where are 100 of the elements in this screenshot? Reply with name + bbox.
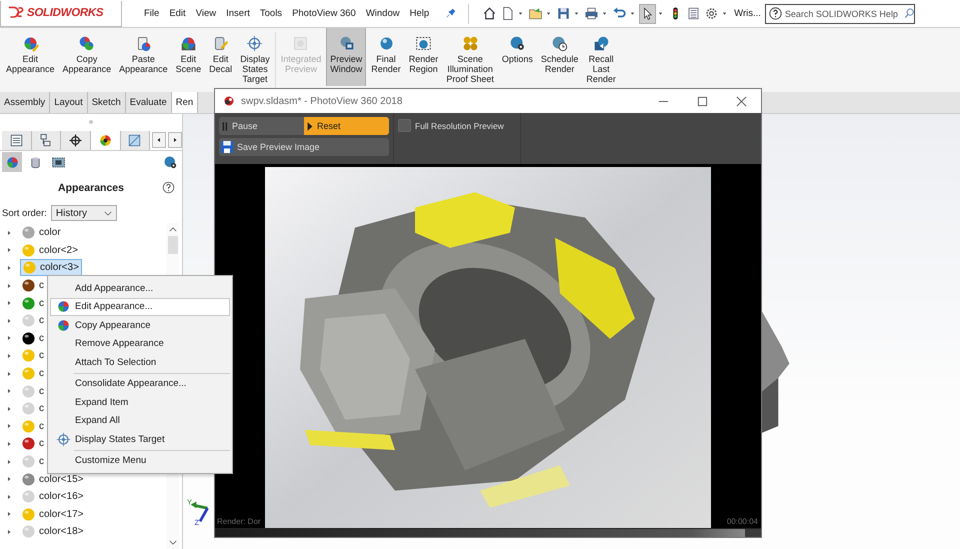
ribbon-button[interactable]: Render Region [406,28,442,75]
menu-item[interactable]: Attach To Selection [50,353,230,372]
toolbar-button[interactable] [639,4,656,24]
menu-item[interactable]: File [144,8,160,19]
expand-icon[interactable] [6,440,12,447]
menu-item[interactable]: Expand Item [50,393,230,412]
tree-item[interactable]: color<16> [20,489,86,504]
expand-icon[interactable] [6,494,12,500]
expand-icon[interactable] [6,318,12,324]
ribbon-button[interactable]: Edit Decal [206,28,236,75]
tree-item[interactable]: c [20,366,46,382]
pin-icon[interactable] [445,8,456,19]
expand-icon[interactable] [6,388,12,394]
save-preview-button[interactable]: Save Preview Image [219,138,389,156]
caret-icon[interactable] [546,11,552,16]
search-input[interactable]: Search SOLIDWORKS Help [784,8,901,18]
ribbon-button[interactable]: Paste Appearance [116,28,171,75]
tree-item[interactable]: color<15> [20,472,86,487]
expand-icon[interactable] [6,352,12,359]
tree-item[interactable]: c [20,401,46,416]
render-control-button[interactable]: Pause [219,117,304,135]
menu-item[interactable]: Display States Target [50,430,230,448]
tree-item[interactable]: c [20,348,46,364]
expand-icon[interactable] [6,476,12,482]
render-control-button[interactable]: Reset [304,117,389,135]
menu-item[interactable]: Tools [260,8,282,19]
expand-icon[interactable] [6,511,12,518]
menu-item[interactable]: Customize Menu [50,452,230,470]
tree-item[interactable]: color<3> [20,259,82,276]
gear-sphere-icon[interactable] [163,154,178,170]
command-tab[interactable]: Sketch [88,92,126,113]
expand-icon[interactable] [6,528,12,535]
tree-item[interactable]: color<17> [20,506,86,522]
command-tab[interactable]: Ren [172,92,198,113]
expand-icon[interactable] [6,300,12,306]
ribbon-button[interactable]: Copy Appearance [60,28,114,75]
caret-icon[interactable] [602,11,608,16]
expand-icon[interactable] [6,335,12,342]
menu-item[interactable]: Copy Appearance [50,316,230,334]
maximize-icon[interactable] [697,96,708,106]
ribbon-button[interactable]: Edit Appearance [3,28,58,75]
tree-item[interactable]: color<18> [20,524,86,540]
tree-item[interactable]: c [20,278,46,294]
caret-icon[interactable] [658,11,664,16]
search-field[interactable]: Search SOLIDWORKS Help [764,4,915,24]
menu-item[interactable]: Insert [226,8,250,19]
menu-item[interactable]: Window [366,8,400,19]
panel-tab[interactable] [2,130,32,150]
caret-icon[interactable] [722,11,728,16]
ribbon-button[interactable]: Edit Scene [172,28,204,75]
scrollbar-thumb[interactable] [168,236,178,254]
ribbon-button[interactable]: Options [498,28,536,65]
expand-icon[interactable] [6,247,12,254]
tree-item[interactable]: color [20,225,63,240]
full-resolution-checkbox[interactable]: Full Resolution Preview [398,119,516,132]
menu-item[interactable]: Consolidate Appearance... [50,374,230,393]
menu-item[interactable]: Edit [169,8,186,19]
expand-icon[interactable] [6,406,12,412]
menu-item[interactable]: Remove Appearance [50,334,230,353]
menu-item[interactable]: PhotoView 360 [292,8,356,19]
panel-tab[interactable] [32,130,62,150]
menu-item[interactable]: View [196,8,216,19]
ribbon-button[interactable]: Recall Last Render [583,28,619,85]
scroll-right-button[interactable] [168,132,182,148]
panel-tab[interactable] [61,130,91,150]
tree-item[interactable]: c [20,313,46,328]
menu-item[interactable]: Help [410,8,430,19]
expand-icon[interactable] [6,423,12,430]
expand-icon[interactable] [6,264,12,271]
checkbox[interactable] [398,119,411,132]
ribbon-button[interactable]: Final Render [368,28,404,75]
ribbon-button[interactable]: Schedule Render [538,28,582,75]
command-tab[interactable]: Layout [50,92,88,113]
caret-icon[interactable] [574,11,580,16]
search-icon[interactable] [904,8,915,19]
expand-icon[interactable] [6,230,12,236]
tree-item[interactable]: c [20,418,46,434]
drag-handle[interactable] [89,120,93,124]
tree-item[interactable]: c [20,296,46,311]
tree-item[interactable]: c [20,330,46,346]
caret-icon[interactable] [630,11,636,16]
expand-icon[interactable] [6,370,12,377]
expand-icon[interactable] [6,458,12,465]
sort-dropdown[interactable]: History [50,205,117,221]
tree-item[interactable]: c [20,436,46,452]
tree-item[interactable]: c [20,384,46,399]
close-icon[interactable] [736,96,747,106]
ribbon-button[interactable]: Scene Illumination Proof Sheet [443,28,497,85]
scroll-left-button[interactable] [152,132,166,148]
caret-icon[interactable] [518,11,524,16]
help-icon[interactable] [162,181,175,194]
tree-item[interactable]: c [20,454,46,470]
menu-item[interactable]: Edit Appearance... [50,298,230,316]
tree-item[interactable]: color<2> [20,242,80,258]
expand-icon[interactable] [6,282,12,289]
menu-item[interactable]: Add Appearance... [50,279,230,298]
command-tab[interactable]: Assembly [0,92,50,113]
ribbon-button[interactable]: Display States Target [237,28,273,85]
menu-item[interactable]: Expand All [50,412,230,430]
ribbon-button[interactable]: Preview Window [326,28,366,86]
